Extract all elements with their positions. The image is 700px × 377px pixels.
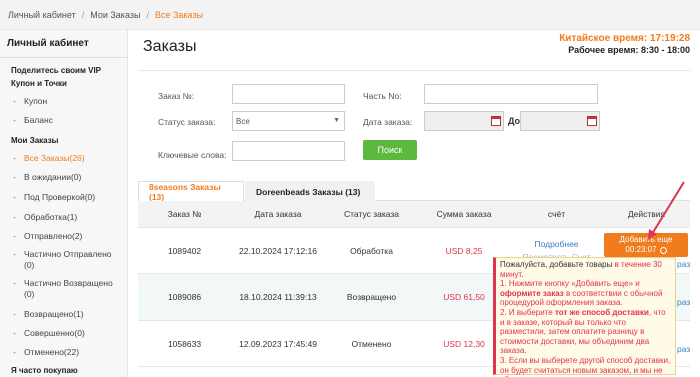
order-date: 18.10.2024 11:39:13 bbox=[239, 292, 317, 302]
order-status: Возвращено bbox=[346, 292, 397, 302]
order-no-label: Заказ №: bbox=[158, 91, 195, 101]
sidebar-item-returned[interactable]: - Возвращено(1) bbox=[13, 309, 84, 319]
breadcrumb: Личный кабинет / Мои Заказы / Все Заказы bbox=[0, 0, 700, 30]
tooltip-step-2: 2. И выберите тот же способ доставки, чт… bbox=[500, 307, 666, 356]
order-number: 1089086 bbox=[167, 292, 202, 302]
sidebar-item-coupon[interactable]: - Купон bbox=[13, 96, 47, 106]
action-link[interactable]: раз bbox=[677, 344, 690, 354]
sidebar-heading-coupon: Купон и Точки bbox=[11, 79, 67, 88]
tooltip-step-3: 3. Если вы выберете другой способ достав… bbox=[500, 355, 671, 377]
column-header: Статус заказа bbox=[325, 201, 418, 228]
tab-8seasons[interactable]: 8seasons Заказы (13) bbox=[138, 181, 244, 202]
order-date: 22.10.2024 17:12:16 bbox=[239, 245, 317, 256]
keywords-input[interactable] bbox=[232, 141, 345, 161]
add-more-tooltip: Пожалуйста, добавьте товары в течение 30… bbox=[493, 257, 676, 377]
keywords-label: Ключевые слова: bbox=[158, 150, 227, 160]
sidebar-heading-vip: Поделитесь своим VIP bbox=[11, 66, 102, 75]
part-no-label: Часть No: bbox=[363, 91, 402, 101]
chevron-down-icon: ▼ bbox=[333, 117, 340, 124]
status-select[interactable]: Все ▼ bbox=[232, 111, 345, 131]
status-label: Статус заказа: bbox=[158, 117, 216, 127]
order-status: Отменено bbox=[351, 338, 392, 349]
date-from-input[interactable] bbox=[424, 111, 504, 131]
help-icon[interactable] bbox=[659, 246, 667, 254]
page-title: Заказы bbox=[143, 38, 197, 55]
divider bbox=[0, 57, 128, 58]
sidebar-item-under-review[interactable]: - Под Проверкой(0) bbox=[13, 192, 95, 202]
order-number: 1089402 bbox=[167, 245, 202, 256]
action-link[interactable]: раз bbox=[677, 259, 690, 269]
column-header: Сумма заказа bbox=[418, 201, 510, 228]
sidebar-item-partially-returned[interactable]: - Частично Возвращено (0) bbox=[13, 278, 123, 300]
breadcrumb-separator: / bbox=[146, 9, 149, 20]
order-number: 1058633 bbox=[167, 338, 202, 349]
store-tabs: 8seasons Заказы (13) Doreenbeads Заказы … bbox=[138, 181, 690, 202]
sidebar-title: Личный кабинет bbox=[7, 38, 89, 49]
page: Личный кабинет / Мои Заказы / Все Заказы… bbox=[0, 0, 700, 377]
column-header: Действия bbox=[603, 201, 690, 228]
sidebar-item-processing[interactable]: - Обработка(1) bbox=[13, 212, 77, 222]
add-more-button[interactable]: Добавить еще 00:23:07 bbox=[604, 233, 688, 257]
calendar-icon[interactable] bbox=[587, 116, 597, 126]
countdown-timer: 00:23:07 bbox=[625, 245, 667, 255]
breadcrumb-cabinet[interactable]: Личный кабинет bbox=[8, 10, 76, 20]
breadcrumb-all-orders: Все Заказы bbox=[154, 9, 204, 20]
time-info: Китайское время: 17:19:28 Рабочее время:… bbox=[559, 33, 690, 55]
column-header: счёт bbox=[510, 201, 603, 228]
breadcrumb-separator: / bbox=[81, 9, 85, 20]
filter-panel: Заказ №: Часть No: Статус заказа: Все ▼ Д… bbox=[138, 70, 690, 175]
sidebar: Личный кабинет Поделитесь своим VIP Купо… bbox=[0, 30, 128, 377]
sidebar-heading-frequent: Я часто покупаю bbox=[11, 366, 78, 375]
part-no-input[interactable] bbox=[424, 84, 598, 104]
order-status: Обработка bbox=[350, 245, 393, 256]
sidebar-item-completed[interactable]: - Совершенно(0) bbox=[13, 328, 85, 338]
sidebar-heading-orders: Мои Заказы bbox=[11, 136, 59, 145]
sidebar-item-cancelled[interactable]: - Отменено(22) bbox=[13, 347, 79, 357]
action-link[interactable]: раз bbox=[677, 297, 690, 307]
calendar-icon[interactable] bbox=[491, 116, 501, 126]
order-date: 12.09.2023 17:45:49 bbox=[239, 338, 317, 349]
sidebar-item-partially-shipped[interactable]: - Частично Отправлено (0) bbox=[13, 249, 123, 271]
sidebar-item-all-orders[interactable]: - Все Заказы(26) bbox=[13, 153, 85, 163]
work-time: Рабочее время: 8:30 - 18:00 bbox=[568, 45, 690, 55]
sidebar-item-pending[interactable]: -В ожидании(0) bbox=[13, 172, 81, 182]
order-no-input[interactable] bbox=[232, 84, 345, 104]
tab-doreenbeads[interactable]: Doreenbeads Заказы (13) bbox=[245, 181, 375, 201]
search-button[interactable]: Поиск bbox=[363, 140, 417, 160]
details-link[interactable]: Подробнее bbox=[534, 239, 578, 249]
china-time: Китайское время: 17:19:28 bbox=[559, 33, 690, 44]
column-header: Дата заказа bbox=[231, 201, 325, 228]
date-label: Дата заказа: bbox=[363, 117, 413, 127]
add-more-label: Добавить еще bbox=[619, 235, 673, 244]
column-header: Заказ № bbox=[138, 201, 231, 228]
sidebar-item-shipped[interactable]: - Отправлено(2) bbox=[13, 231, 82, 241]
sidebar-item-balance[interactable]: - Баланс bbox=[13, 115, 53, 125]
date-to-label: До bbox=[508, 116, 521, 126]
breadcrumb-my-orders[interactable]: Мои Заказы bbox=[90, 10, 140, 20]
tooltip-step-1: 1. Нажмите кнопку «Добавить еще» и оформ… bbox=[500, 279, 663, 308]
date-to-input[interactable] bbox=[520, 111, 600, 131]
tooltip-intro: Пожалуйста, добавьте товары в течение 30… bbox=[500, 260, 662, 279]
